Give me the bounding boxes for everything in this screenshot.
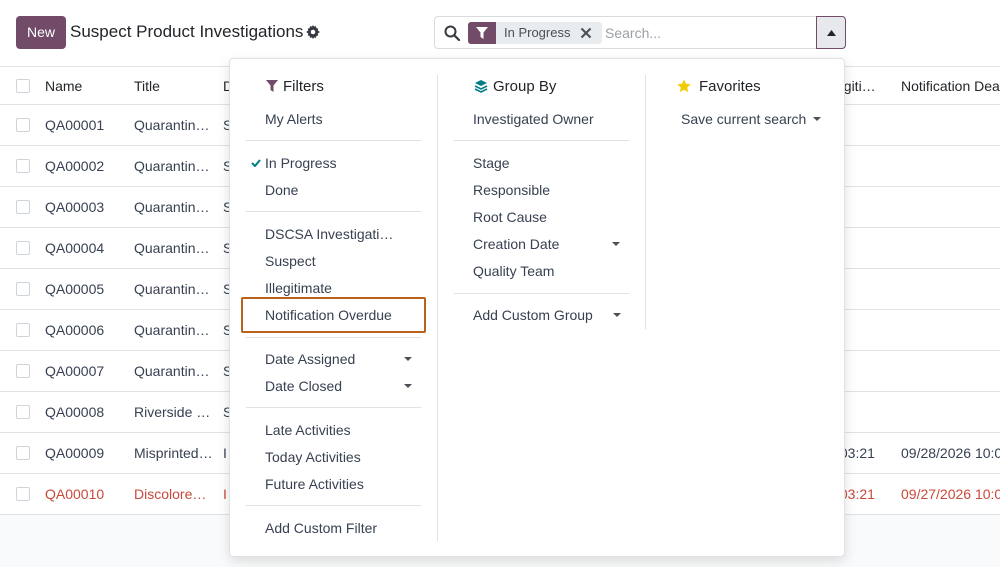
separator — [454, 293, 629, 294]
add-custom-group[interactable]: Add Custom Group — [473, 307, 593, 323]
column-divider — [437, 75, 438, 541]
save-current-search[interactable]: Save current search — [681, 111, 806, 127]
caret-down-icon[interactable] — [404, 357, 412, 361]
layers-icon — [474, 80, 488, 93]
filter-illegitimate[interactable]: Illegitimate — [265, 280, 332, 296]
favorites-heading-label: Favorites — [699, 78, 761, 95]
favorites-heading: Favorites — [677, 78, 761, 96]
cell-name: QA00009 — [45, 445, 105, 461]
cell-name: QA00004 — [45, 240, 105, 256]
cell-name: QA00001 — [45, 117, 105, 133]
cell-title: Quarantin… — [134, 281, 210, 297]
filter-today-activities[interactable]: Today Activities — [265, 449, 361, 465]
filter-icon — [266, 80, 278, 92]
filter-date-assigned[interactable]: Date Assigned — [265, 351, 355, 367]
row-checkbox[interactable] — [16, 241, 30, 255]
cell-title: Discolore… — [134, 486, 207, 502]
separator — [246, 140, 421, 141]
filter-date-closed[interactable]: Date Closed — [265, 378, 342, 394]
facet-label: In Progress — [504, 25, 571, 40]
filter-icon — [468, 22, 496, 44]
cell-name: QA00006 — [45, 322, 105, 338]
cell-title: Quarantin… — [134, 199, 210, 215]
cell-notification-deadline: 09/28/2026 10:0 — [901, 445, 1000, 461]
filters-heading-label: Filters — [283, 78, 324, 95]
filter-notification-overdue[interactable]: Notification Overdue — [265, 307, 392, 323]
row-checkbox[interactable] — [16, 200, 30, 214]
column-header-name[interactable]: Name — [45, 67, 125, 105]
cell-name: QA00007 — [45, 363, 105, 379]
row-checkbox[interactable] — [16, 405, 30, 419]
row-checkbox[interactable] — [16, 446, 30, 460]
gear-icon[interactable] — [306, 25, 320, 39]
star-icon — [677, 79, 691, 93]
page-title: Suspect Product Investigations — [70, 22, 304, 41]
filter-in-progress[interactable]: In Progress — [265, 155, 337, 171]
cell-notification-deadline: 09/27/2026 10:0 — [901, 486, 1000, 502]
separator — [246, 505, 421, 506]
row-checkbox[interactable] — [16, 364, 30, 378]
row-checkbox[interactable] — [16, 118, 30, 132]
groupby-quality-team[interactable]: Quality Team — [473, 263, 554, 279]
groupby-heading-label: Group By — [493, 78, 557, 95]
close-icon[interactable] — [580, 27, 592, 39]
search-input[interactable] — [605, 23, 805, 43]
search-panel-toggle-button[interactable] — [816, 16, 846, 49]
groupby-investigated-owner[interactable]: Investigated Owner — [473, 111, 594, 127]
separator — [246, 211, 421, 212]
separator — [454, 140, 629, 141]
search-facet: In Progress — [468, 22, 602, 44]
checkmark-icon — [251, 159, 261, 167]
filter-my-alerts[interactable]: My Alerts — [265, 111, 323, 127]
cell-title: Quarantin… — [134, 363, 210, 379]
groupby-stage[interactable]: Stage — [473, 155, 510, 171]
caret-down-icon[interactable] — [404, 384, 412, 388]
separator — [246, 407, 421, 408]
filters-heading: Filters — [266, 78, 324, 96]
add-custom-filter[interactable]: Add Custom Filter — [265, 520, 377, 536]
cell-title: Quarantin… — [134, 117, 210, 133]
cell-name: QA00010 — [45, 486, 105, 502]
cell-title: Misprinted… — [134, 445, 213, 461]
groupby-responsible[interactable]: Responsible — [473, 182, 550, 198]
filter-dscsa-investigation[interactable]: DSCSA Investigati… — [265, 226, 393, 242]
column-divider — [645, 75, 646, 329]
cell-title: Quarantin… — [134, 158, 210, 174]
caret-down-icon[interactable] — [612, 242, 620, 246]
search-icon[interactable] — [444, 25, 460, 41]
search-bar: In Progress — [434, 16, 817, 49]
row-checkbox[interactable] — [16, 487, 30, 501]
column-header-notification-deadline[interactable]: Notification Dea — [901, 67, 1000, 105]
groupby-creation-date[interactable]: Creation Date — [473, 236, 559, 252]
filter-suspect[interactable]: Suspect — [265, 253, 316, 269]
row-checkbox[interactable] — [16, 159, 30, 173]
row-checkbox[interactable] — [16, 323, 30, 337]
new-button[interactable]: New — [16, 16, 66, 49]
cell-name: QA00005 — [45, 281, 105, 297]
cell-title: Quarantin… — [134, 322, 210, 338]
caret-down-icon[interactable] — [613, 313, 621, 317]
cell-name: QA00003 — [45, 199, 105, 215]
filter-future-activities[interactable]: Future Activities — [265, 476, 364, 492]
cell-name: QA00008 — [45, 404, 105, 420]
cell-title: Quarantin… — [134, 240, 210, 256]
select-all-checkbox[interactable] — [16, 79, 30, 93]
search-options-dropdown: Filters My Alerts In Progress Done DSCSA… — [229, 58, 845, 557]
caret-down-icon[interactable] — [813, 117, 821, 121]
filter-done[interactable]: Done — [265, 182, 298, 198]
filter-late-activities[interactable]: Late Activities — [265, 422, 351, 438]
column-header-title[interactable]: Title — [134, 67, 214, 105]
control-panel: New Suspect Product Investigations In Pr… — [0, 0, 1000, 66]
caret-up-icon — [827, 30, 836, 36]
cell-title: Riverside … — [134, 404, 211, 420]
groupby-heading: Group By — [474, 78, 557, 96]
row-checkbox[interactable] — [16, 282, 30, 296]
groupby-root-cause[interactable]: Root Cause — [473, 209, 547, 225]
separator — [246, 337, 421, 338]
cell-name: QA00002 — [45, 158, 105, 174]
